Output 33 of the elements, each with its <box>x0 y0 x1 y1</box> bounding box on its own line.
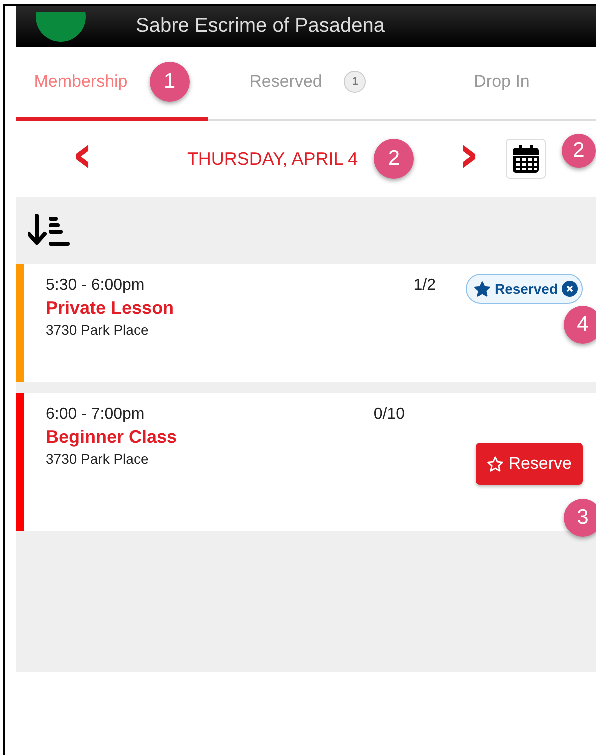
tab-label[interactable]: Reserved <box>250 72 322 92</box>
annotation-marker: 2 <box>374 139 414 179</box>
annotation-marker: 1 <box>150 62 190 102</box>
class-title: Private Lesson <box>46 298 176 319</box>
spots-count: 0/10 <box>374 406 405 424</box>
app-title: Sabre Escrime of Pasadena <box>136 15 386 38</box>
tab[interactable]: Reserved 1 <box>208 47 408 121</box>
star-icon <box>486 456 504 472</box>
class-location: 3730 Park Place <box>46 322 150 338</box>
calendar-button[interactable] <box>506 139 546 179</box>
logo-icon <box>36 12 86 42</box>
reserved-label: Reserved <box>494 281 558 297</box>
class-time: 5:30 - 6:00pm <box>46 277 145 295</box>
count-badge: 1 <box>344 71 366 93</box>
class-time: 6:00 - 7:00pm <box>46 406 145 424</box>
date-label: THURSDAY, APRIL 4 <box>187 148 358 170</box>
annotation-marker: 3 <box>564 499 596 537</box>
class-location: 3730 Park Place <box>46 451 150 467</box>
next-day-button[interactable]: › <box>458 129 480 189</box>
class-title: Beginner Class <box>46 427 178 448</box>
tab[interactable]: Membership 1 <box>16 47 208 121</box>
close-icon[interactable] <box>562 281 578 297</box>
sort-icon <box>28 214 72 248</box>
reserve-button[interactable]: Reserve <box>476 443 583 485</box>
tab-label[interactable]: Drop In <box>474 72 530 92</box>
tab[interactable]: Drop In <box>408 47 596 121</box>
star-icon <box>474 280 491 298</box>
tab-label[interactable]: Membership <box>34 72 128 92</box>
annotation-marker: 2 <box>562 134 596 168</box>
spots-count: 1/2 <box>414 277 436 295</box>
calendar-icon <box>512 145 539 173</box>
previous-day-button[interactable]: ‹ <box>72 129 94 189</box>
reserved-badge[interactable]: Reserved <box>466 274 583 304</box>
